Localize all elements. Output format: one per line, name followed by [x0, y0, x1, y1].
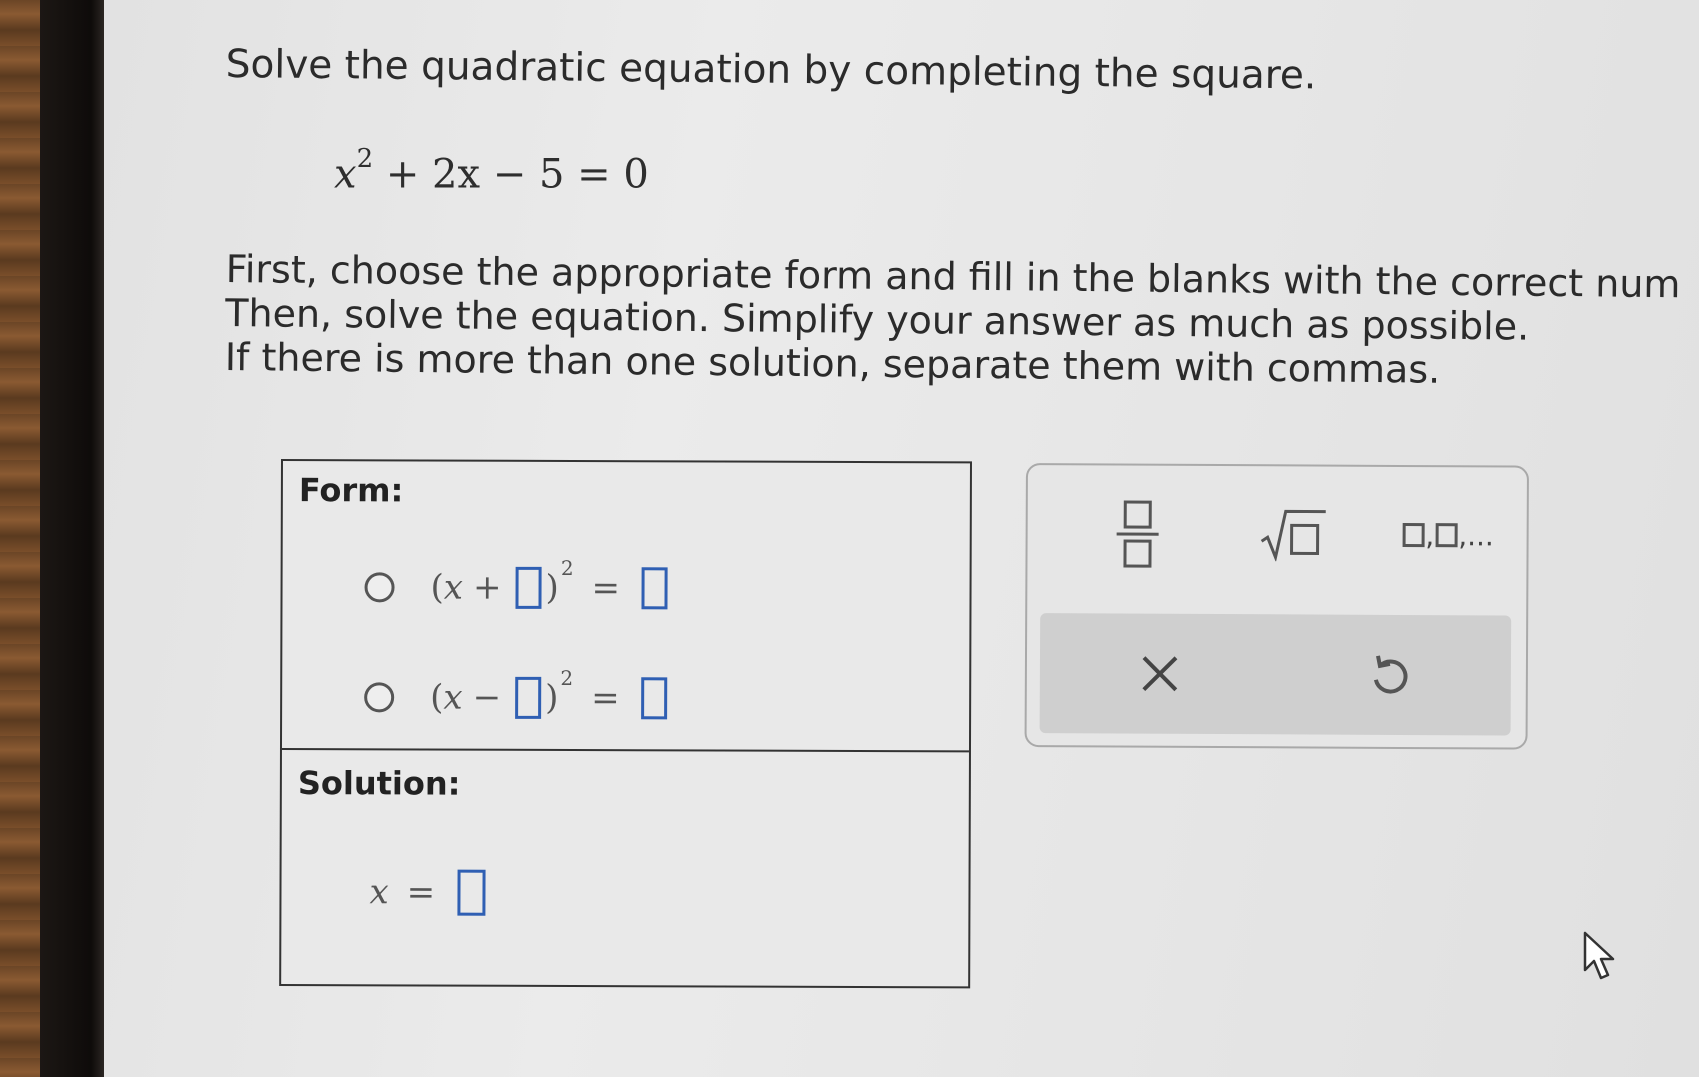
paren-close: ): [545, 677, 559, 718]
paren-close: ): [545, 567, 559, 608]
form-expression: ( x − ) 2 =: [430, 666, 672, 720]
form-exponent: 2: [560, 665, 574, 691]
list-box-icon: [1402, 522, 1425, 548]
radio-button[interactable]: [364, 572, 395, 603]
undo-button[interactable]: [1350, 635, 1430, 715]
equals-sign: =: [591, 568, 621, 609]
form-option-plus[interactable]: ( x + ) 2 =: [364, 556, 672, 618]
list-button[interactable]: ,,...: [1387, 495, 1507, 576]
solution-input[interactable]: [457, 869, 486, 916]
form-operator: −: [472, 677, 502, 718]
form-section: Form: ( x + ) 2 = ( x − ) 2 =: [281, 461, 970, 753]
form-operator: +: [472, 567, 502, 608]
action-bar: [1039, 613, 1512, 736]
form-option-minus[interactable]: ( x − ) 2 =: [364, 666, 672, 728]
blank-input[interactable]: [515, 566, 542, 609]
equation-rest: + 2x − 5 = 0: [373, 151, 649, 198]
answer-box: Form: ( x + ) 2 = ( x − ) 2 = Solution: …: [279, 459, 972, 989]
equation-variable: x: [334, 151, 357, 198]
close-icon: [1142, 656, 1178, 692]
form-expression: ( x + ) 2 =: [430, 556, 672, 610]
background-wood: [0, 0, 40, 1077]
math-keypad: ,,...: [1024, 463, 1529, 750]
mouse-cursor-icon: [1583, 931, 1615, 980]
monitor-bezel: [40, 0, 104, 1077]
blank-input[interactable]: [641, 567, 669, 610]
list-suffix: ,...: [1458, 518, 1494, 552]
sqrt-button[interactable]: [1237, 494, 1347, 575]
solution-variable: x: [369, 872, 389, 913]
equals-sign: =: [591, 678, 620, 719]
form-variable: x: [443, 677, 463, 718]
blank-input[interactable]: [515, 676, 542, 719]
instructions: First, choose the appropriate form and f…: [225, 247, 1681, 394]
solution-label: Solution:: [297, 764, 461, 803]
form-label: Form:: [298, 471, 404, 510]
list-box-icon: [1435, 523, 1458, 548]
undo-icon: [1373, 655, 1408, 694]
form-exponent: 2: [560, 555, 574, 581]
solution-section: Solution: x =: [281, 750, 969, 986]
form-variable: x: [443, 567, 464, 608]
equals-sign: =: [406, 872, 436, 913]
clear-button[interactable]: [1120, 633, 1200, 713]
sqrt-icon: [1260, 509, 1326, 562]
paren-open: (: [430, 567, 444, 608]
radio-button[interactable]: [364, 682, 395, 713]
fraction-numerator-icon: [1123, 500, 1152, 529]
given-equation: x2 + 2x − 5 = 0: [334, 144, 649, 198]
fraction-button[interactable]: [1087, 493, 1187, 574]
blank-input[interactable]: [641, 677, 668, 720]
fraction-denominator-icon: [1123, 539, 1152, 568]
equation-exponent: 2: [356, 144, 374, 174]
fraction-bar-icon: [1116, 531, 1159, 536]
paren-open: (: [430, 677, 444, 718]
solution-expression: x =: [369, 862, 489, 922]
